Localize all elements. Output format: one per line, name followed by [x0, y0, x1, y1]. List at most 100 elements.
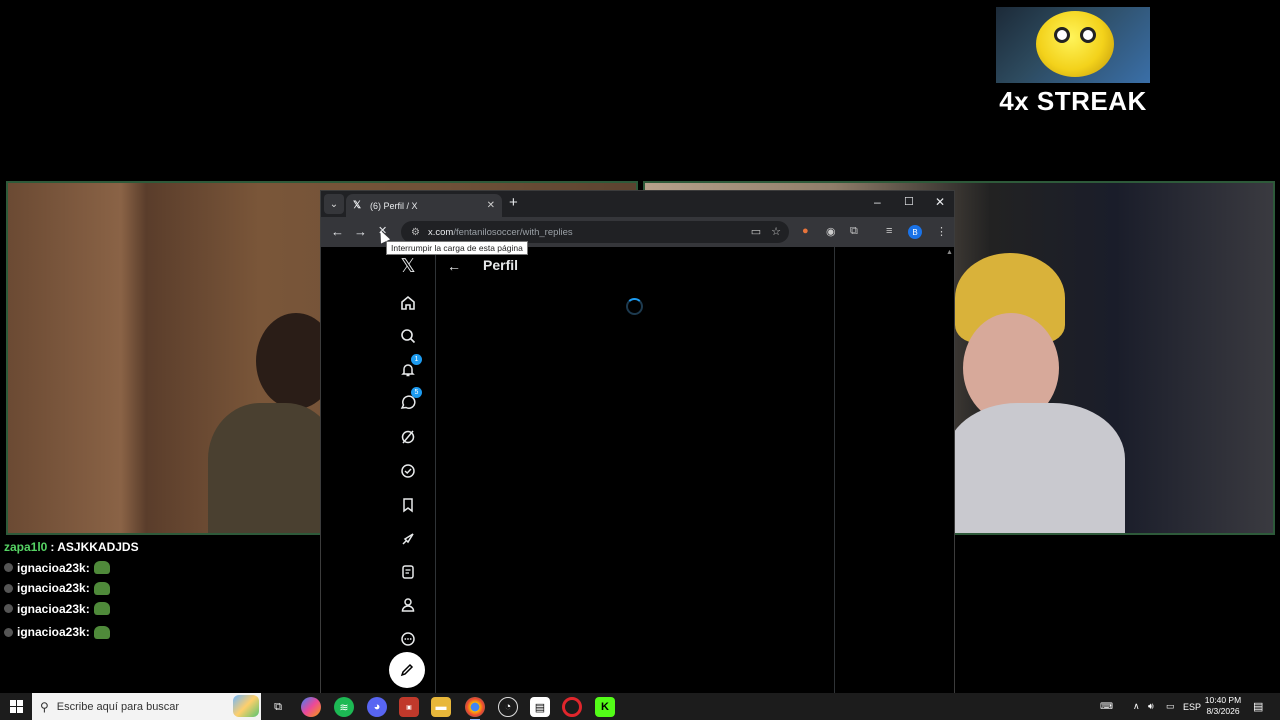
- forward-button[interactable]: →: [354, 224, 367, 239]
- voice-app-icon[interactable]: ▣: [399, 697, 419, 717]
- streak-image: [996, 7, 1150, 83]
- scrollbar[interactable]: ▲: [945, 247, 953, 693]
- keyboard-icon[interactable]: ⌨: [1100, 693, 1113, 720]
- media-icon[interactable]: ◉: [826, 225, 836, 238]
- chat-username: ignacioa23k: [17, 625, 86, 640]
- obs-icon[interactable]: ◔: [498, 697, 518, 717]
- spotify-icon[interactable]: ≋: [334, 697, 354, 717]
- search-highlight-image: [233, 695, 259, 717]
- stream-canvas: 4x STREAK zapa1l0 : ASJKKADJDS ignacioa2…: [0, 0, 1280, 720]
- search-icon: ⚲: [40, 699, 49, 714]
- pepe-emote-icon: [93, 581, 110, 595]
- site-info-icon[interactable]: ⚙: [411, 227, 420, 238]
- messages-badge: 5: [411, 387, 422, 398]
- extensions-puzzle-icon[interactable]: ⧉: [850, 225, 858, 238]
- chat-overlay: zapa1l0 : ASJKKADJDS ignacioa23k : ignac…: [4, 537, 304, 643]
- verified-icon[interactable]: [397, 460, 419, 482]
- pepe-emote-icon: [93, 602, 110, 616]
- browser-window: ⌄ 𝕏 (6) Perfil / X ✕ + – ☐ ✕ ← → ✕ ⚙ x.c…: [320, 190, 955, 694]
- clock[interactable]: 10:40 PM 8/3/2026: [1198, 695, 1248, 717]
- discord-icon[interactable]: ◕: [367, 697, 387, 717]
- chat-message: ignacioa23k :: [4, 578, 304, 599]
- column-divider: [834, 247, 835, 693]
- capcut-icon[interactable]: ▤: [530, 697, 550, 717]
- home-icon[interactable]: [397, 292, 419, 314]
- close-window-button[interactable]: ✕: [935, 195, 945, 209]
- url-domain: x.com: [427, 226, 454, 238]
- address-bar[interactable]: ⚙ x.com/fentanilosoccer/with_replies ▭ ☆: [401, 221, 789, 243]
- chat-username: ignacioa23k: [17, 601, 86, 616]
- minimize-button[interactable]: –: [874, 195, 881, 209]
- reading-list-icon[interactable]: ≡: [886, 225, 892, 237]
- streak-label: 4x STREAK: [999, 86, 1147, 116]
- tooltip: Interrumpir la carga de esta página: [386, 241, 528, 255]
- pepe-emote-icon: [93, 561, 110, 575]
- new-tab-button[interactable]: +: [509, 194, 518, 211]
- bookmark-star-icon[interactable]: ☆: [771, 225, 781, 238]
- title-bar: ⌄ 𝕏 (6) Perfil / X ✕ + – ☐ ✕: [321, 191, 954, 217]
- kick-icon[interactable]: K: [595, 697, 615, 717]
- chat-text: :: [85, 581, 90, 596]
- rocket-icon[interactable]: [397, 528, 419, 550]
- bookmark-icon[interactable]: [397, 494, 419, 516]
- chat-message: zapa1l0 : ASJKKADJDS: [4, 537, 304, 558]
- chat-text: : ASJKKADJDS: [50, 540, 139, 555]
- chat-text: :: [85, 625, 90, 640]
- notifications-badge: 1: [411, 354, 422, 365]
- task-view-icon[interactable]: ⧉: [268, 697, 288, 717]
- tab-search-button[interactable]: ⌄: [324, 194, 344, 214]
- more-icon[interactable]: [397, 628, 419, 650]
- x-favicon-icon: 𝕏: [353, 200, 362, 211]
- lists-icon[interactable]: [397, 561, 419, 583]
- clock-date: 8/3/2026: [1206, 706, 1240, 716]
- compose-icon[interactable]: [389, 652, 425, 688]
- profile-icon[interactable]: [397, 594, 419, 616]
- url-path: /fentanilosoccer/with_replies: [453, 226, 573, 238]
- page-title: Perfil: [483, 257, 519, 273]
- loading-spinner-icon: [626, 298, 643, 315]
- tab-close-icon[interactable]: ✕: [487, 200, 495, 211]
- back-button[interactable]: ←: [331, 224, 344, 239]
- opera-icon[interactable]: [562, 697, 582, 717]
- chrome-icon[interactable]: [465, 697, 485, 720]
- browser-tab[interactable]: 𝕏 (6) Perfil / X ✕: [346, 194, 502, 217]
- chat-message: ignacioa23k :: [4, 599, 304, 620]
- windows-start-icon[interactable]: [10, 700, 23, 713]
- clock-time: 10:40 PM: [1204, 695, 1242, 705]
- sidebar-divider: [435, 247, 436, 693]
- cast-icon[interactable]: ▭: [751, 225, 761, 238]
- x-back-button[interactable]: ←: [447, 258, 461, 274]
- chat-username: ignacioa23k: [17, 581, 86, 596]
- maximize-button[interactable]: ☐: [904, 195, 914, 208]
- pepe-emote-icon: [93, 625, 110, 639]
- chat-message: ignacioa23k :: [4, 558, 304, 579]
- search-icon[interactable]: [397, 325, 419, 347]
- tab-title: (6) Perfil / X: [370, 200, 418, 211]
- chat-username: zapa1l0: [4, 540, 48, 555]
- taskbar: ⚲ Escribe aquí para buscar ⧉ ≋ ◕ ▣ ▬ ◔ ▤…: [0, 693, 1280, 720]
- chat-message: ignacioa23k :: [4, 622, 304, 643]
- chat-text: :: [85, 560, 90, 575]
- badge-icon: [4, 627, 13, 637]
- extension-icon[interactable]: ●: [802, 225, 809, 237]
- taskbar-search[interactable]: ⚲ Escribe aquí para buscar: [32, 693, 261, 720]
- file-explorer-icon[interactable]: ▬: [431, 697, 451, 717]
- profile-avatar[interactable]: B: [908, 225, 922, 239]
- volume-icon[interactable]: 🔊︎: [1148, 693, 1154, 720]
- network-icon[interactable]: ▭: [1166, 693, 1175, 720]
- x-logo-icon[interactable]: 𝕏: [397, 255, 419, 277]
- menu-kebab-icon[interactable]: ⋮: [936, 225, 947, 238]
- bell-icon[interactable]: 1: [397, 354, 422, 381]
- search-placeholder: Escribe aquí para buscar: [56, 700, 180, 713]
- x-sidebar: 𝕏 1 5: [381, 247, 435, 693]
- tray-overflow-icon[interactable]: ∧: [1133, 693, 1140, 720]
- x-page: 𝕏 1 5 ← Perfil ▲: [321, 247, 954, 693]
- messages-icon[interactable]: 5: [397, 387, 422, 414]
- badge-icon: [4, 583, 13, 593]
- chat-text: :: [85, 601, 90, 616]
- grok-icon[interactable]: [397, 426, 419, 448]
- badge-icon: [4, 604, 13, 614]
- badge-icon: [4, 563, 13, 573]
- notifications-icon[interactable]: ▤: [1253, 693, 1263, 720]
- copilot-icon[interactable]: [301, 697, 321, 717]
